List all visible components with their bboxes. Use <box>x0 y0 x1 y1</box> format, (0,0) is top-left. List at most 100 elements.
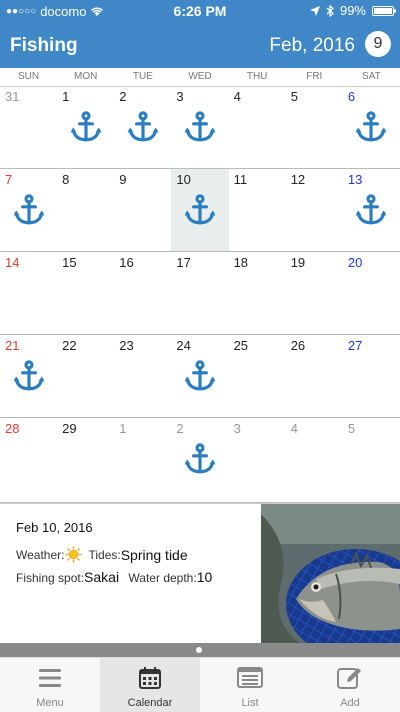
day-cell[interactable]: 22 <box>57 335 114 417</box>
day-cell[interactable]: 8 <box>57 169 114 251</box>
day-number: 20 <box>347 255 363 270</box>
day-number: 11 <box>233 172 248 187</box>
day-cell[interactable]: 19 <box>286 252 343 334</box>
day-number: 5 <box>347 421 356 436</box>
day-number: 28 <box>5 421 20 436</box>
status-bar: ●●○○○ docomo 6:26 PM 99% <box>0 0 400 22</box>
page-indicator <box>0 643 400 657</box>
tab-calendar[interactable]: Calendar <box>100 658 200 712</box>
tab-bar: Menu Calendar List Add <box>0 657 400 712</box>
weekday-label: MON <box>74 71 98 82</box>
page-dot[interactable] <box>196 647 202 653</box>
day-number: 15 <box>62 255 77 270</box>
day-number: 2 <box>119 89 127 104</box>
day-number: 12 <box>290 172 306 187</box>
day-number: 24 <box>176 338 191 353</box>
weekday-label: WED <box>188 71 212 82</box>
day-number: 27 <box>347 338 363 353</box>
day-number: 4 <box>233 89 241 104</box>
day-cell[interactable]: 15 <box>57 252 114 334</box>
day-cell[interactable]: 17 <box>171 252 228 334</box>
day-number: 10 <box>176 172 191 187</box>
day-cell[interactable]: 24 <box>171 335 228 417</box>
day-number: 19 <box>290 255 306 270</box>
day-number: 16 <box>119 255 134 270</box>
day-number: 25 <box>233 338 249 353</box>
weekday-label: SUN <box>18 71 40 82</box>
day-cell[interactable]: 3 <box>229 418 286 502</box>
day-cell[interactable]: 5 <box>343 418 400 502</box>
day-cell[interactable]: 23 <box>114 335 171 417</box>
day-number: 3 <box>176 89 184 104</box>
tab-list[interactable]: List <box>200 658 300 712</box>
day-cell[interactable]: 26 <box>286 335 343 417</box>
day-number: 2 <box>176 421 184 436</box>
tab-add[interactable]: Add <box>300 658 400 712</box>
calendar-week: 7 8 9 10 11 12 13 <box>0 169 400 252</box>
tides-value: Spring tide <box>120 546 188 563</box>
day-cell[interactable]: 25 <box>229 335 286 417</box>
weekday-label: SAT <box>362 71 381 82</box>
weekday-label: TUE <box>132 71 153 82</box>
day-number: 6 <box>347 89 356 104</box>
day-cell[interactable]: 28 <box>0 418 57 502</box>
day-cell[interactable]: 7 <box>0 169 57 251</box>
anchor-icon <box>183 193 217 227</box>
day-number: 29 <box>62 421 77 436</box>
day-number: 13 <box>347 172 363 187</box>
calendar-grid: 31 1 2 3 4 5 6 7 8 9 10 11 12 13 14 15 16 17 18 19 20 21 22 23 2… <box>0 86 400 503</box>
day-number: 23 <box>119 338 134 353</box>
tides-label: Tides: <box>88 547 121 562</box>
day-cell[interactable]: 4 <box>229 86 286 168</box>
day-cell[interactable]: 10 <box>171 169 229 251</box>
day-cell[interactable]: 4 <box>286 418 343 502</box>
tab-label: Calendar <box>127 697 173 709</box>
day-cell[interactable]: 18 <box>229 252 286 334</box>
day-cell[interactable]: 31 <box>0 86 57 168</box>
day-number: 26 <box>290 338 306 353</box>
anchor-icon <box>354 110 388 144</box>
calendar-week: 21 22 23 24 25 26 27 <box>0 335 400 418</box>
day-number: 3 <box>233 421 241 436</box>
day-cell[interactable]: 20 <box>343 252 400 334</box>
day-cell[interactable]: 2 <box>114 86 171 168</box>
day-cell[interactable]: 21 <box>0 335 57 417</box>
location-icon <box>309 5 320 16</box>
day-number: 18 <box>233 255 249 270</box>
day-cell[interactable]: 2 <box>171 418 228 502</box>
anchor-icon <box>183 442 217 476</box>
day-cell[interactable]: 6 <box>343 86 400 168</box>
today-button[interactable]: 9 <box>365 31 391 57</box>
app-title: Fishing <box>10 35 78 56</box>
anchor-icon <box>69 110 103 144</box>
day-cell[interactable]: 27 <box>343 335 400 417</box>
day-detail-panel[interactable]: Feb 10, 2016 Weather: Tides: Spring tide… <box>0 503 400 644</box>
month-label[interactable]: Feb, 2016 <box>269 35 355 57</box>
sun-icon <box>65 546 83 563</box>
day-number: 1 <box>62 89 70 104</box>
anchor-icon <box>183 110 217 144</box>
day-cell[interactable]: 1 <box>114 418 171 502</box>
day-number: 8 <box>62 172 70 187</box>
day-cell[interactable]: 12 <box>286 169 343 251</box>
day-number: 9 <box>119 172 127 187</box>
day-cell[interactable]: 29 <box>57 418 114 502</box>
day-cell[interactable]: 5 <box>286 86 343 168</box>
depth-value: 10 <box>196 569 213 585</box>
day-cell[interactable]: 11 <box>229 169 286 251</box>
day-cell[interactable]: 1 <box>57 86 114 168</box>
tab-label: Menu <box>36 697 64 709</box>
day-number: 4 <box>290 421 298 436</box>
day-cell[interactable]: 14 <box>0 252 57 334</box>
day-cell[interactable]: 9 <box>114 169 171 251</box>
battery-icon <box>372 5 396 16</box>
catch-photo[interactable] <box>261 504 400 644</box>
day-cell[interactable]: 13 <box>343 169 400 251</box>
day-cell[interactable]: 3 <box>171 86 228 168</box>
depth-label: Water depth: <box>128 571 197 585</box>
day-number: 14 <box>5 255 20 270</box>
day-number: 21 <box>5 338 20 353</box>
day-cell[interactable]: 16 <box>114 252 171 334</box>
tab-menu[interactable]: Menu <box>0 658 100 712</box>
anchor-icon <box>126 110 160 144</box>
